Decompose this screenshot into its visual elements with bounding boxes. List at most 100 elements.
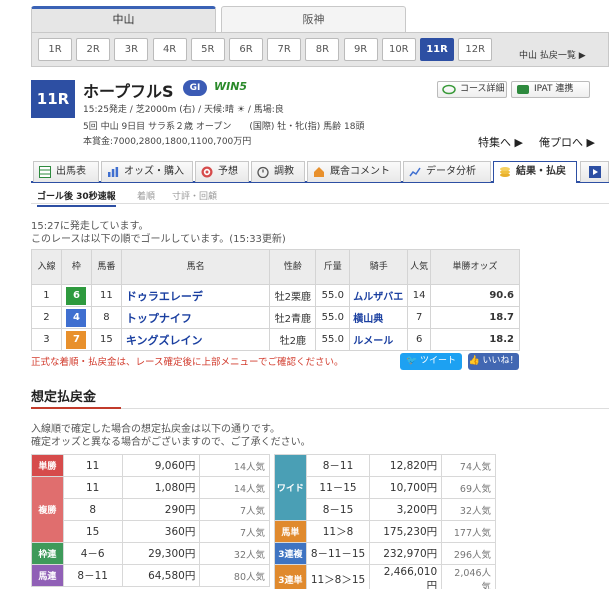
tab-entries[interactable]: 出馬表 xyxy=(33,161,99,182)
venue-tab-hanshin[interactable]: 阪神 xyxy=(221,6,406,33)
race-button-10r[interactable]: 10R xyxy=(381,38,416,61)
race-button-6r[interactable]: 6R xyxy=(229,38,263,61)
jockey-link[interactable]: ムルザバエ xyxy=(349,284,409,307)
race-button-3r[interactable]: 3R xyxy=(114,38,149,61)
payout-combination: 8－11－15 xyxy=(305,542,371,565)
like-button[interactable]: 👍 いいね！ xyxy=(468,353,519,370)
payout-row: 3連複 8－11－15 232,970円 296人気 xyxy=(274,542,496,565)
course-detail-label: コース詳細 xyxy=(460,84,505,94)
sex-age: 牡2栗鹿 xyxy=(269,284,317,307)
waku-cell: 4 xyxy=(60,306,92,329)
venue-tab-nakayama[interactable]: 中山 xyxy=(31,6,216,33)
goal-status: このレースは以下の順でゴールしています。(15:33更新) xyxy=(31,234,286,245)
race-button-8r[interactable]: 8R xyxy=(305,38,340,61)
finish-rank: 2 xyxy=(31,306,62,329)
tab-training[interactable]: 調教 xyxy=(251,161,305,182)
horse-name-link[interactable]: トップナイフ xyxy=(120,306,271,329)
header-horse-number: 馬番 xyxy=(90,249,122,285)
payout-table-right: ワイド 8－11 12,820円 74人気 11－15 10,700円 69人気 8－15 3,… xyxy=(274,454,496,589)
payout-amount: 3,200円 xyxy=(369,498,443,521)
payout-amount: 360円 xyxy=(121,520,201,543)
tab-label: 厩舎コメント xyxy=(330,166,390,177)
bet-type-label: ワイド xyxy=(274,454,307,521)
table-row: 3 7 15 キングズレイン 牡2鹿 55.0 ルメール 6 18.2 xyxy=(31,328,520,351)
results-table: 入線 枠 馬番 馬名 性齢 斤量 騎手 人気 単勝オッズ 1 6 11 ドゥラエレーデ… xyxy=(31,249,520,351)
payout-combination: 15 xyxy=(62,520,123,543)
bet-type-label: 枠連 xyxy=(31,542,64,565)
race-button-1r[interactable]: 1R xyxy=(38,38,72,61)
payout-row: 馬連 8－11 64,580円 80人気 xyxy=(31,564,270,587)
popularity: 14 xyxy=(407,284,432,307)
payout-combination: 4－6 xyxy=(62,542,123,565)
tab-more[interactable] xyxy=(580,161,609,182)
horse-name-link[interactable]: キングズレイン xyxy=(120,328,271,351)
finish-rank: 1 xyxy=(31,284,62,307)
race-conditions: 15:25発走 / 芝2000m (右) / 天候:晴 ☀ / 馬場:良 xyxy=(83,105,284,115)
payout-popularity: 80人気 xyxy=(199,564,270,587)
tab-label: オッズ・購入 xyxy=(124,166,184,177)
race-button-5r[interactable]: 5R xyxy=(190,38,225,61)
bet-type-label: 単勝 xyxy=(31,454,64,477)
jockey-link[interactable]: 横山典 xyxy=(349,306,409,329)
tab-results-payout[interactable]: 結果・払戻 xyxy=(493,161,577,183)
sex-age: 牡2青鹿 xyxy=(269,306,317,329)
race-button-12r[interactable]: 12R xyxy=(458,38,493,61)
like-label: いいね！ xyxy=(482,356,519,366)
payout-combination: 11＞8＞15 xyxy=(305,564,371,589)
course-detail-button[interactable]: コース詳細 xyxy=(437,81,507,98)
win5-logo: WIN5 xyxy=(214,80,248,93)
payout-amount: 232,970円 xyxy=(369,542,443,565)
tab-odds[interactable]: オッズ・購入 xyxy=(101,161,193,182)
tab-label: データ分析 xyxy=(426,166,476,177)
subtab-goal-flash[interactable]: ゴール後 30秒速報 xyxy=(37,189,116,207)
payout-popularity: 32人気 xyxy=(199,542,270,565)
bet-type-label: 複勝 xyxy=(31,476,64,543)
feature-link[interactable]: 特集へ ▶ xyxy=(478,134,523,150)
race-button-2r[interactable]: 2R xyxy=(76,38,111,61)
course-icon xyxy=(442,84,456,95)
waku-badge: 7 xyxy=(66,330,87,349)
tab-stable-comments[interactable]: 厩舎コメント xyxy=(307,161,401,182)
tab-prediction[interactable]: 予想 xyxy=(195,161,249,182)
tweet-button[interactable]: 🐦 ツイート xyxy=(400,353,462,370)
ipat-link-label: IPAT 連携 xyxy=(534,84,574,94)
subtab-finish-order[interactable]: 着順 xyxy=(137,189,155,202)
stable-icon xyxy=(314,167,324,177)
orepro-link[interactable]: 俺プロへ ▶ xyxy=(539,134,595,150)
race-button-9r[interactable]: 9R xyxy=(343,38,378,61)
race-number-badge: 11R xyxy=(31,80,75,118)
horse-name-link[interactable]: ドゥラエレーデ xyxy=(120,284,271,307)
payout-list-link[interactable]: 中山 払戻一覧 ▶ xyxy=(519,48,586,61)
jockey-link[interactable]: ルメール xyxy=(349,328,409,351)
header-rank: 入線 xyxy=(31,249,62,285)
tab-data-analysis[interactable]: データ分析 xyxy=(403,161,491,182)
win-odds: 18.7 xyxy=(430,306,520,329)
table-row: 1 6 11 ドゥラエレーデ 牡2栗鹿 55.0 ムルザバエ 14 90.6 xyxy=(31,284,520,307)
payout-popularity: 14人気 xyxy=(199,454,270,477)
chart-icon xyxy=(409,167,421,177)
race-button-11r[interactable]: 11R xyxy=(420,38,454,61)
race-button-4r[interactable]: 4R xyxy=(152,38,187,61)
race-button-7r[interactable]: 7R xyxy=(267,38,302,61)
tab-label: 調教 xyxy=(274,166,294,177)
horse-number: 8 xyxy=(90,306,122,329)
finish-rank: 3 xyxy=(31,328,62,351)
subtab-divider xyxy=(31,203,609,204)
payout-popularity: 296人気 xyxy=(441,542,496,565)
payout-row: 8－15 3,200円 32人気 xyxy=(275,498,496,521)
race-prize-money: 本賞金:7000,2800,1800,1100,700万円 xyxy=(83,137,252,147)
carried-weight: 55.0 xyxy=(315,284,351,307)
payout-amount: 1,080円 xyxy=(121,476,201,499)
header-horse-name: 馬名 xyxy=(120,249,271,285)
tab-label: 出馬表 xyxy=(56,166,86,177)
payout-amount: 10,700円 xyxy=(369,476,443,499)
sex-age: 牡2鹿 xyxy=(269,328,317,351)
payout-amount: 9,060円 xyxy=(121,454,201,477)
target-icon xyxy=(201,166,213,178)
subtab-review[interactable]: 寸評・回顧 xyxy=(172,189,217,202)
ipat-link-button[interactable]: IPAT 連携 xyxy=(511,81,590,98)
stopwatch-icon xyxy=(257,166,269,178)
waku-cell: 7 xyxy=(60,328,92,351)
tab-label: 予想 xyxy=(218,166,238,177)
payout-popularity: 74人気 xyxy=(441,454,496,477)
